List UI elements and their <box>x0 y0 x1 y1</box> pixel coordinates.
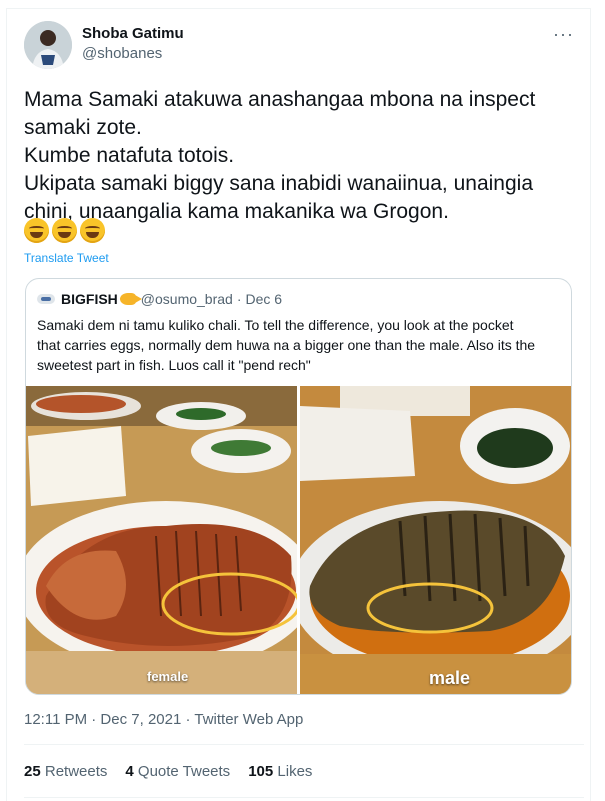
rolling-on-floor-laughing-emoji <box>24 218 49 243</box>
author-handle[interactable]: @shobanes <box>82 45 162 62</box>
divider <box>24 744 584 745</box>
likes-stat[interactable]: 105 Likes <box>248 763 312 780</box>
retweets-count: 25 <box>24 763 41 780</box>
quoted-avatar[interactable] <box>37 294 55 304</box>
quoted-author-handle[interactable]: @osumo_brad <box>141 291 233 307</box>
avatar-photo <box>24 21 72 69</box>
male-fish-photo[interactable]: male <box>300 386 571 694</box>
emoji-row <box>24 218 105 243</box>
quoted-text: Samaki dem ni tamu kuliko chali. To tell… <box>37 315 562 375</box>
quote-tweets-stat[interactable]: 4 Quote Tweets <box>125 763 230 780</box>
likes-label: Likes <box>277 763 313 780</box>
translate-tweet-link[interactable]: Translate Tweet <box>24 251 109 265</box>
tweet-timestamp[interactable]: 12:11 PM · Dec 7, 2021 · Twitter Web App <box>24 711 303 728</box>
quoted-tweet[interactable]: BIGFISH @osumo_brad · Dec 6 Samaki dem n… <box>25 278 572 695</box>
quoted-author-name[interactable]: BIGFISH <box>61 291 118 307</box>
separator-dot: · <box>236 291 242 307</box>
avatar[interactable] <box>24 21 72 69</box>
tweet-line: chini, unaangalia kama makanika wa Grogo… <box>24 200 449 223</box>
retweets-label: Retweets <box>44 763 108 780</box>
quoted-tweet-header: BIGFISH @osumo_brad · Dec 6 <box>37 291 282 307</box>
tweet-line: Ukipata samaki biggy sana inabidi wanaii… <box>24 172 533 195</box>
female-label: female <box>147 669 189 684</box>
engagement-stats: 25 Retweets 4 Quote Tweets 105 Likes <box>24 763 312 780</box>
quoted-line: that carries eggs, normally dem huwa na … <box>37 337 536 353</box>
quoted-line: Samaki dem ni tamu kuliko chali. To tell… <box>37 317 514 333</box>
female-fish-photo[interactable]: female <box>26 386 297 694</box>
more-horizontal-icon[interactable]: ··· <box>553 24 574 45</box>
divider <box>24 797 584 798</box>
retweets-stat[interactable]: 25 Retweets <box>24 763 107 780</box>
tweet-line: Kumbe natafuta totois. <box>24 144 235 167</box>
tweet-text: Mama Samaki atakuwa anashangaa mbona na … <box>24 86 584 226</box>
tweet-line: samaki zote. <box>24 116 142 139</box>
likes-count: 105 <box>248 763 274 780</box>
quoted-photos: female male <box>26 386 571 694</box>
rolling-on-floor-laughing-emoji <box>52 218 77 243</box>
tweet-line: Mama Samaki atakuwa anashangaa mbona na … <box>24 88 536 111</box>
rolling-on-floor-laughing-emoji <box>80 218 105 243</box>
fish-emoji-icon <box>119 293 142 305</box>
author-name[interactable]: Shoba Gatimu <box>82 25 184 42</box>
quote-tweets-label: Quote Tweets <box>137 763 231 780</box>
quoted-date[interactable]: Dec 6 <box>246 291 283 307</box>
quoted-line: sweetest part in fish. Luos call it "pen… <box>37 357 311 373</box>
male-label: male <box>429 668 471 688</box>
quote-tweets-count: 4 <box>125 763 134 780</box>
